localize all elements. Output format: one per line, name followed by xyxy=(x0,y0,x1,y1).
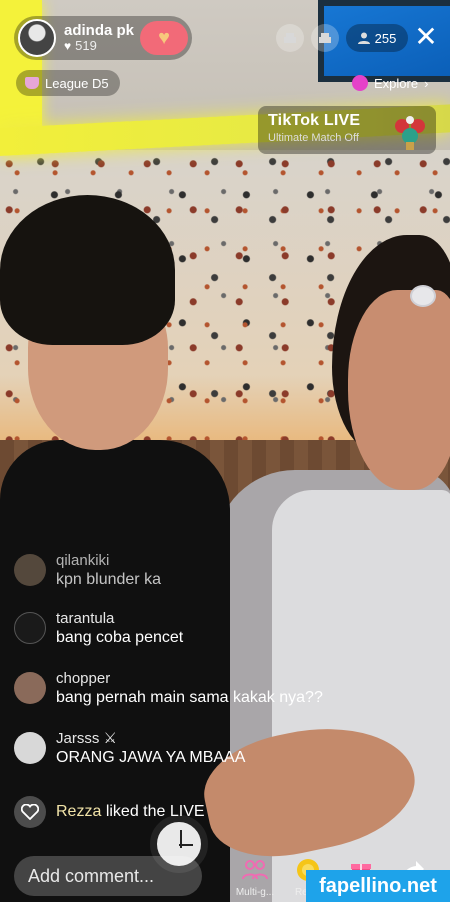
streamer-1-hair xyxy=(0,195,175,345)
host-name: adinda pk xyxy=(64,21,135,39)
host-info: adinda pk ♥ 519 xyxy=(64,21,135,54)
face-sticker xyxy=(410,285,436,307)
league-icon xyxy=(25,77,39,89)
heart-icon xyxy=(14,796,46,828)
host-avatar[interactable] xyxy=(18,19,56,57)
viewer-count-value: 255 xyxy=(374,30,397,46)
top-viewer-2-avatar[interactable] xyxy=(311,24,339,52)
explore-label: Explore xyxy=(374,75,419,91)
explore-icon xyxy=(352,75,368,91)
league-label: League D5 xyxy=(45,75,109,91)
heart-icon: ♥ xyxy=(64,38,72,53)
armchair-icon xyxy=(284,33,296,43)
comment-item[interactable]: Jarsss ⚔ ORANG JAWA YA MBAAA xyxy=(14,730,245,767)
close-icon[interactable]: ✕ xyxy=(413,22,439,52)
league-badge[interactable]: League D5 xyxy=(16,70,120,96)
comment-username[interactable]: tarantula xyxy=(56,610,183,628)
live-event-banner[interactable]: TikTok LIVE Ultimate Match Off xyxy=(258,106,436,154)
viewer-count[interactable]: 255 xyxy=(346,24,408,52)
comment-item[interactable]: chopper bang pernah main sama kakak nya?… xyxy=(14,670,323,707)
watermark: fapellino.net xyxy=(306,870,450,902)
multi-guest-label: Multi-g... xyxy=(235,887,275,898)
liked-event-user[interactable]: Rezza xyxy=(56,803,101,820)
comment-username[interactable]: Jarsss xyxy=(56,730,99,747)
streamer-2-face xyxy=(348,290,450,490)
comment-input[interactable]: Add comment... xyxy=(14,856,202,896)
armchair-icon xyxy=(319,33,331,43)
liked-event: Rezza liked the LIVE xyxy=(14,796,205,828)
comment-message: bang pernah main sama kakak nya?? xyxy=(56,689,323,706)
comment-avatar[interactable] xyxy=(14,732,46,764)
host-likes-count: 519 xyxy=(75,38,97,54)
comment-message: ORANG JAWA YA MBAAA xyxy=(56,749,246,766)
user-badge-icon: ⚔ xyxy=(103,730,117,747)
follow-button[interactable]: ♥ xyxy=(140,21,188,55)
comment-username-row[interactable]: Jarsss ⚔ xyxy=(56,730,245,748)
top-viewer-1-avatar[interactable] xyxy=(276,24,304,52)
explore-button[interactable]: Explore › xyxy=(352,70,446,96)
comment-username[interactable]: qilankiki xyxy=(56,552,161,570)
comment-avatar[interactable] xyxy=(14,672,46,704)
person-icon xyxy=(357,32,370,44)
comment-username[interactable]: chopper xyxy=(56,670,323,688)
liked-event-text: Rezza liked the LIVE xyxy=(56,803,205,821)
liked-event-message: liked the LIVE xyxy=(105,803,205,820)
comment-avatar[interactable] xyxy=(14,612,46,644)
comment-item[interactable]: tarantula bang coba pencet xyxy=(14,610,183,647)
comment-message: bang coba pencet xyxy=(56,629,184,646)
comment-message: kpn blunder ka xyxy=(56,571,161,588)
host-likes: ♥ 519 xyxy=(64,38,134,54)
comment-item[interactable]: qilankiki kpn blunder ka xyxy=(14,552,161,589)
comment-avatar[interactable] xyxy=(14,554,46,586)
multi-guest-icon xyxy=(240,855,270,885)
trophy-icon xyxy=(395,116,425,150)
follow-heart-icon: ♥ xyxy=(158,26,170,49)
multi-guest-button[interactable]: Multi-g... xyxy=(231,855,279,898)
chevron-right-icon: › xyxy=(424,75,429,91)
